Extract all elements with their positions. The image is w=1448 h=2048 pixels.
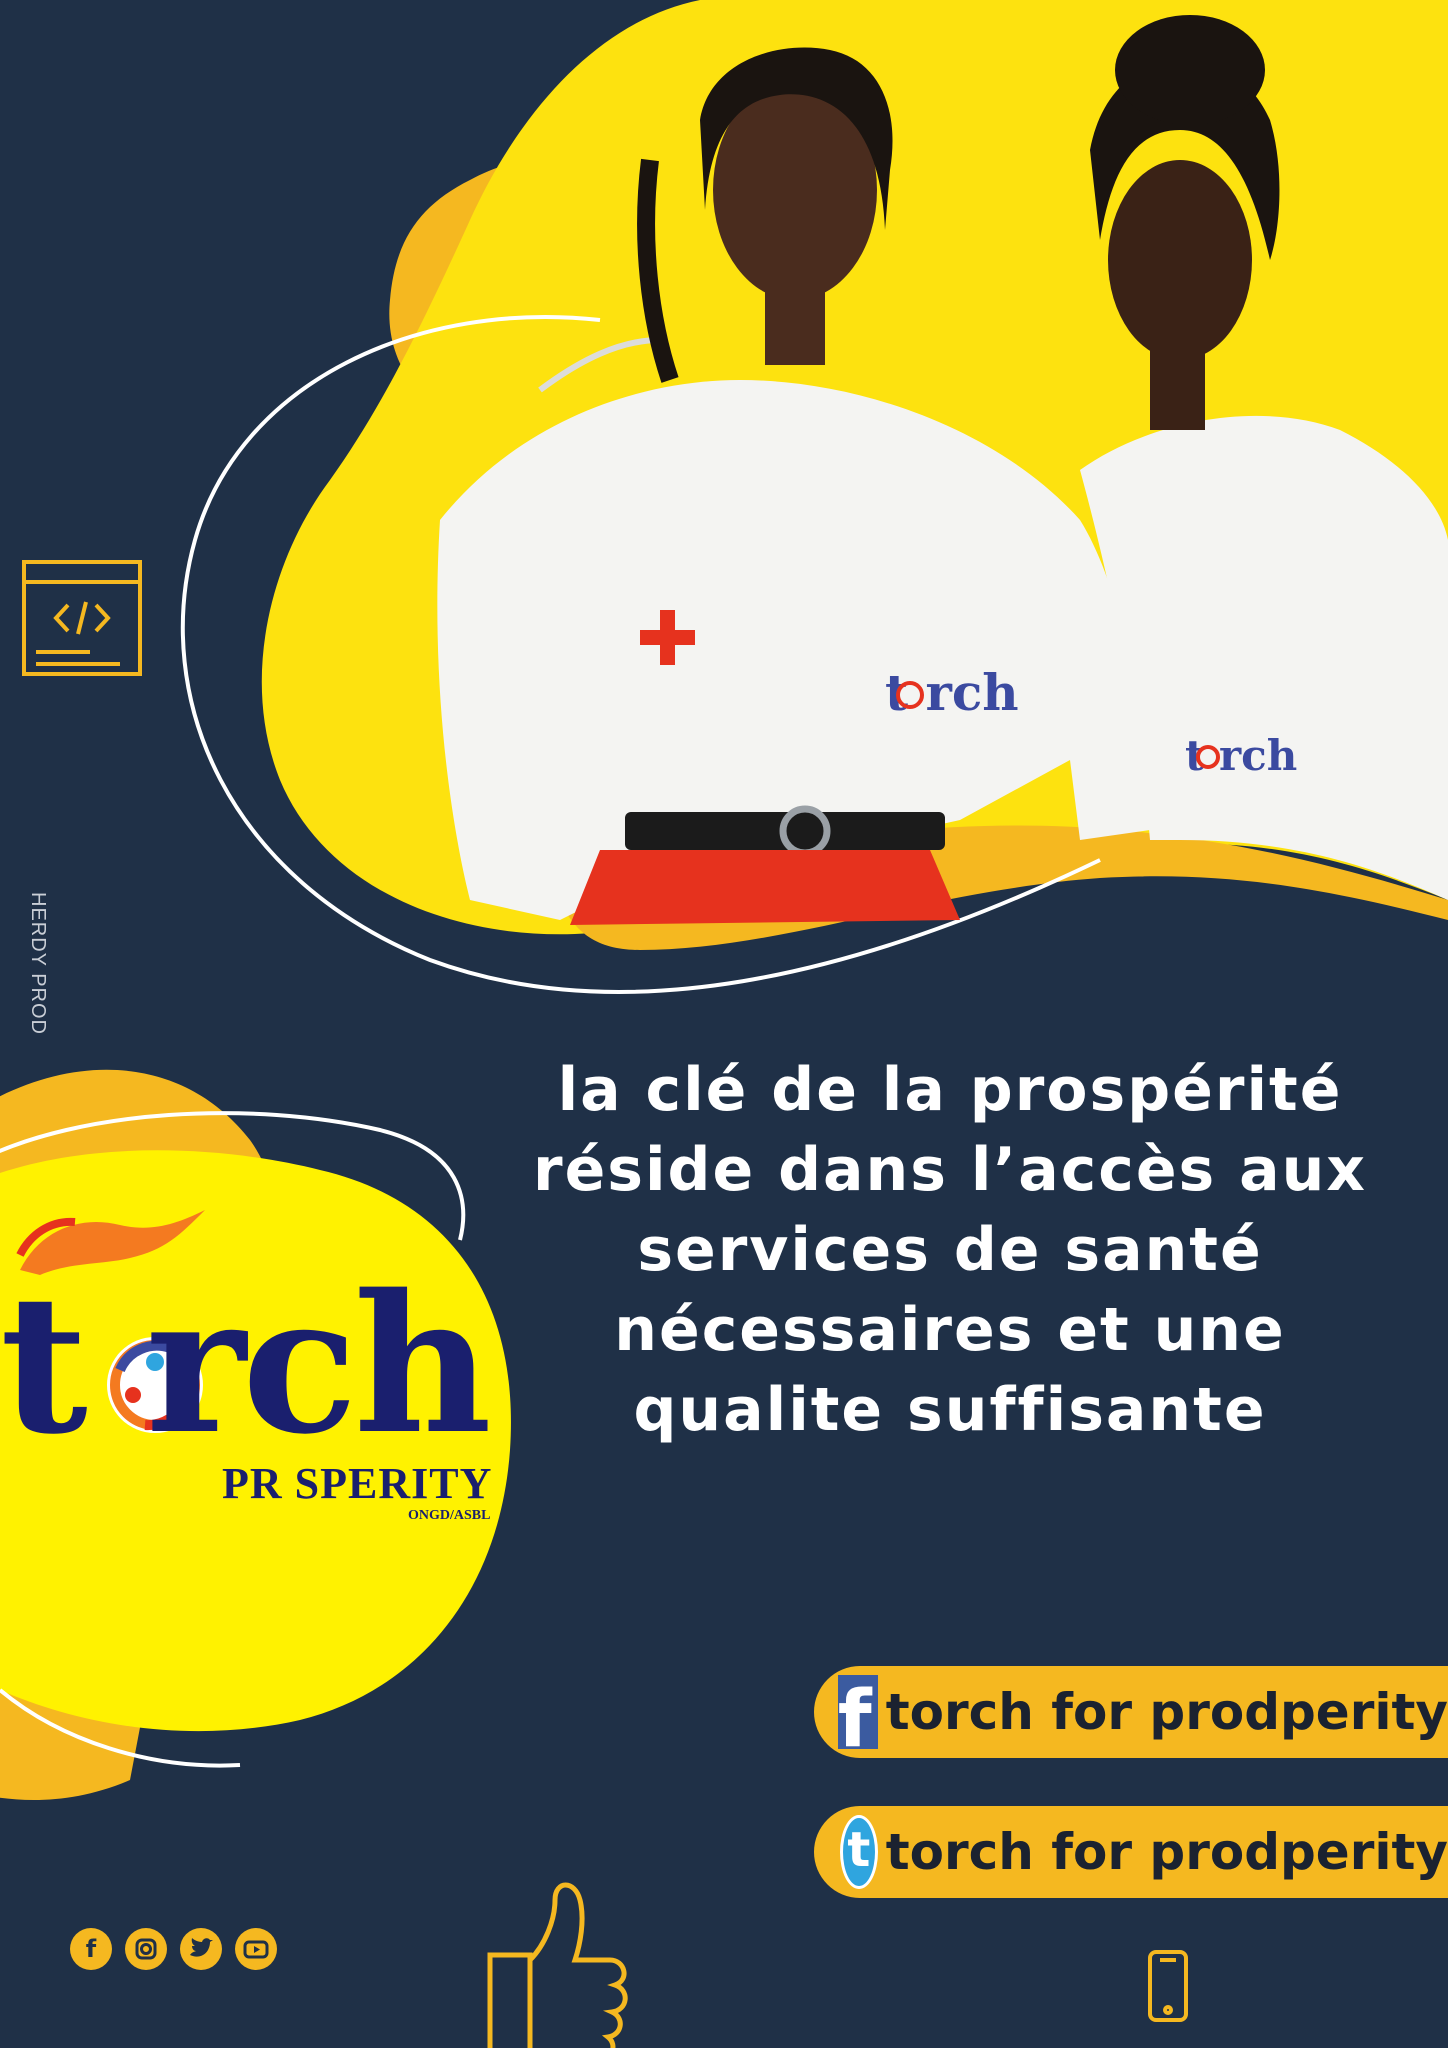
- headline-line: la clé de la prospérité: [557, 1055, 1343, 1125]
- logo-torch-wordmark: t rch: [0, 1253, 492, 1476]
- shirt-badge-right: t rch: [1185, 731, 1297, 780]
- thumbs-up-icon: [487, 1882, 628, 2048]
- facebook-icon[interactable]: f: [70, 1928, 112, 1970]
- twitter-icon[interactable]: [180, 1928, 222, 1970]
- headline-line: nécessaires et une: [614, 1295, 1286, 1365]
- logo-ongd-text: ONGD/ASBL: [408, 1508, 491, 1523]
- facebook-icon: f: [838, 1675, 878, 1759]
- twitter-label: torch for prodperity: [885, 1823, 1448, 1881]
- headline: la clé de la prospérité réside dans l’ac…: [470, 1050, 1430, 1450]
- twitter-icon: t: [840, 1815, 878, 1889]
- instagram-icon[interactable]: [125, 1928, 167, 1970]
- code-window-icon: [22, 560, 142, 676]
- shirt-badge-left: t rch: [885, 663, 1019, 722]
- headline-line: services de santé: [637, 1215, 1263, 1285]
- facebook-pill[interactable]: f torch for prodperity: [814, 1666, 1448, 1759]
- logo-prosperity-text: PR SPERITY: [222, 1459, 493, 1508]
- photo-credit: HERDY PROD: [27, 892, 49, 1035]
- svg-text:t rch: t rch: [885, 663, 1019, 722]
- headline-line: réside dans l’accès aux: [532, 1135, 1368, 1205]
- headline-line: qualite suffisante: [633, 1375, 1267, 1445]
- svg-text:t rch: t rch: [1185, 731, 1297, 780]
- poster: t rch t rch HERDY PROD la clé de la pros…: [0, 0, 1448, 2048]
- twitter-pill[interactable]: t torch for prodperity: [814, 1806, 1448, 1898]
- youtube-icon[interactable]: [235, 1928, 277, 1970]
- phone-icon: [1148, 1950, 1188, 2022]
- facebook-label: torch for prodperity: [885, 1683, 1448, 1741]
